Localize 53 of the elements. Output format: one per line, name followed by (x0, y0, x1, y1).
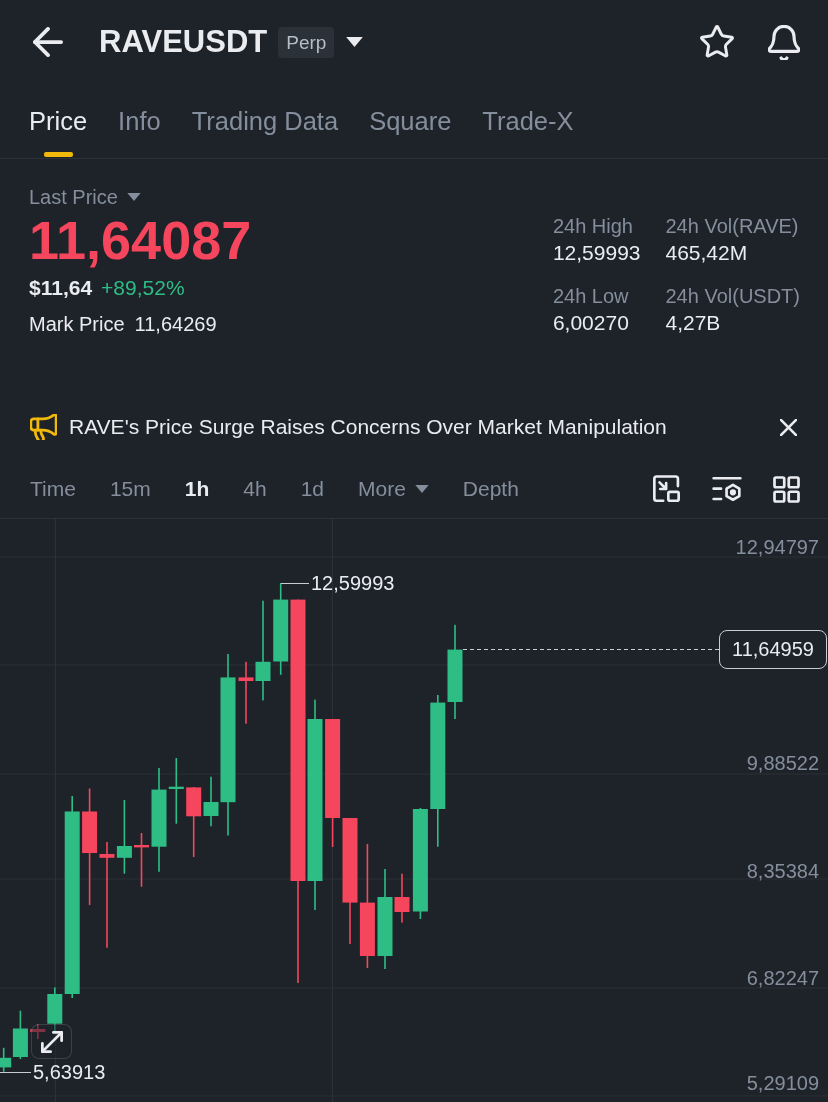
interval-tab[interactable]: Time (30, 477, 76, 501)
caret-icon (414, 485, 429, 493)
price-type-dropdown[interactable]: Last Price (29, 185, 141, 209)
current-price-tag: 11,64959 (719, 630, 827, 669)
expand-icon (40, 1030, 63, 1053)
interval-tab[interactable]: 1d (300, 477, 324, 501)
star-icon[interactable] (700, 25, 734, 59)
bell-icon[interactable] (768, 24, 800, 60)
tab[interactable]: Info (118, 84, 161, 158)
expand-button[interactable] (31, 1024, 72, 1059)
mark-price-value: 11,64269 (134, 312, 217, 336)
interval-tab[interactable]: 4h (243, 477, 267, 501)
caret-icon[interactable] (346, 37, 364, 47)
last-price: 11,64087 (29, 212, 252, 268)
close-icon[interactable] (780, 418, 797, 436)
price-axis-label: 5,29109 (746, 1071, 819, 1095)
caret-icon (126, 193, 141, 201)
contract-badge: Perp (278, 26, 335, 58)
stat-label: 24h High (552, 214, 634, 238)
price-axis-label: 8,35384 (746, 859, 819, 883)
tab[interactable]: Square (369, 84, 452, 158)
stat-label: 24h Vol(USDT) (665, 284, 800, 308)
stat-label: 24h Vol(RAVE) (665, 214, 800, 238)
tab[interactable]: Trading Data (191, 84, 339, 158)
lines-hexagon-icon[interactable] (712, 476, 742, 502)
megaphone-icon (30, 414, 57, 440)
price-axis-label: 6,82247 (746, 966, 819, 990)
mark-price-label: Mark Price (29, 312, 125, 336)
interval-tab[interactable]: 1h (184, 477, 210, 501)
price-axis-label: 9,88522 (746, 751, 819, 775)
interval-tab[interactable]: More (358, 477, 429, 501)
leader-line (281, 583, 309, 584)
symbol-title: RAVEUSDT (99, 24, 268, 60)
stat-label: 24h Low (552, 284, 630, 308)
high-price-label: 12,59993 (311, 571, 395, 595)
price-change: +89,52% (101, 275, 185, 301)
low-price-label: 5,63913 (33, 1060, 106, 1084)
window-arrow-icon[interactable] (652, 475, 681, 503)
announcement-text[interactable]: RAVE's Price Surge Raises Concerns Over Market Manipulation (69, 415, 667, 439)
candle (186, 787, 202, 857)
stat-value: 12,59993 (552, 241, 641, 265)
grid-icon[interactable] (773, 475, 800, 503)
leader-line (0, 1072, 31, 1073)
interval-tab[interactable]: Depth (462, 477, 519, 501)
price-axis-label: 12,94797 (735, 535, 819, 559)
fiat-price: $11,64 (29, 275, 93, 301)
stat-value: 6,00270 (552, 311, 630, 335)
stat-value: 465,42M (665, 241, 749, 265)
candle (134, 833, 149, 887)
tab[interactable]: Price (29, 84, 88, 158)
tab[interactable]: Trade-X (482, 84, 574, 158)
stat-value: 4,27B (665, 311, 722, 335)
interval-tab[interactable]: 15m (109, 477, 151, 501)
